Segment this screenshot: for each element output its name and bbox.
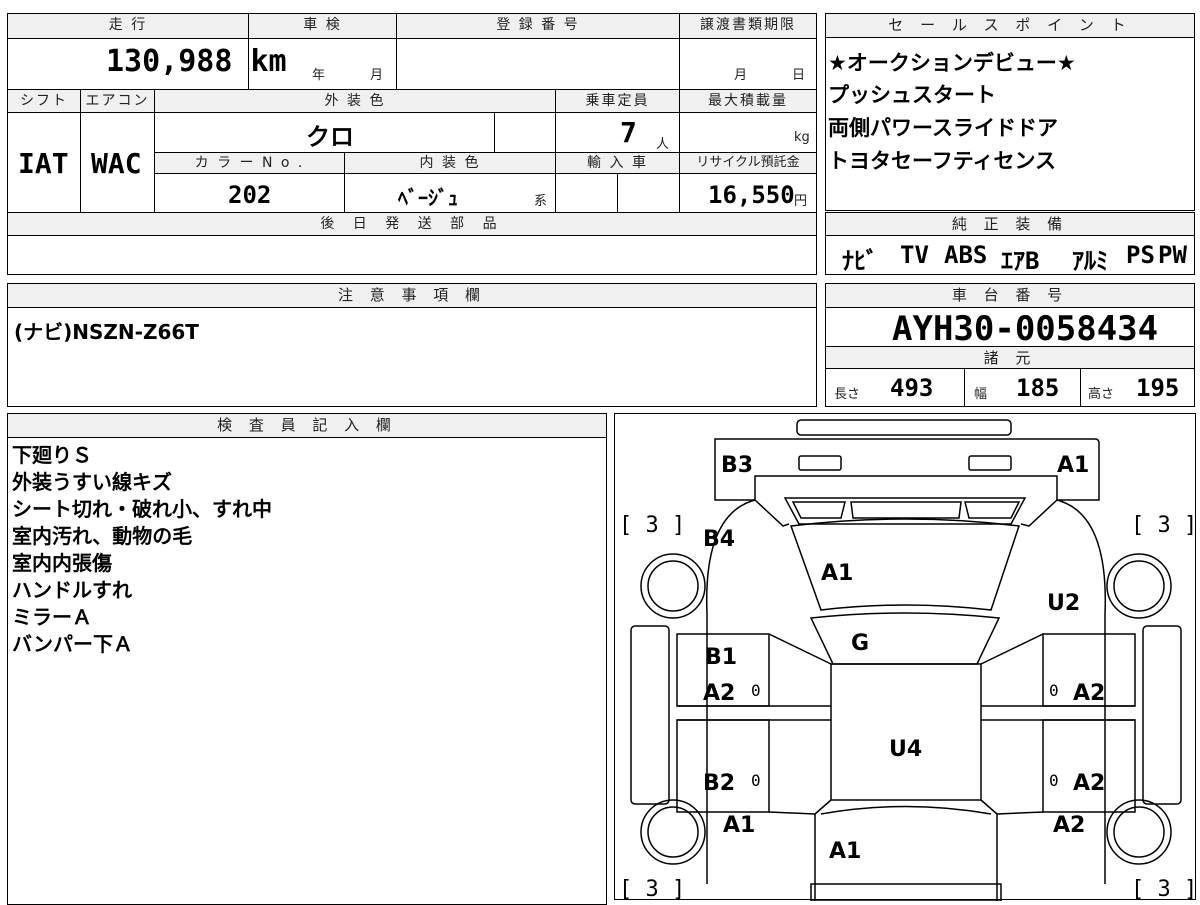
inspector-line: 外装うすい線キズ: [12, 470, 172, 494]
tire-rating-right-top: [ 3 ]: [1131, 513, 1197, 538]
damage-label-right-fender: A2: [1053, 813, 1085, 838]
max-load-header: 最大積載量: [680, 90, 816, 112]
damage-label-right-rear-door: A2: [1073, 681, 1105, 706]
sales-point-item: ★オークションデビュー★: [828, 51, 1076, 75]
inspector-line: 下廻りＳ: [12, 443, 92, 467]
registration-header: 登 録 番 号: [397, 14, 679, 38]
capacity-value: 7: [620, 116, 637, 149]
import-header: 輸 入 車: [556, 153, 679, 173]
interior-color-header: 内 装 色: [345, 153, 555, 173]
sales-point-item: プッシュスタート: [828, 83, 996, 107]
zero-mark: 0: [751, 771, 761, 790]
damage-label-rear-quarter-left: B4: [703, 527, 735, 552]
length-value: 493: [890, 374, 934, 402]
inspector-line: ミラーＡ: [12, 605, 92, 629]
aircon-header: エアコン: [81, 90, 154, 112]
color-no-header: カ ラ ー N o .: [155, 153, 344, 173]
equipment-item: TV: [900, 241, 929, 269]
sales-point-item: 両側パワースライドドア: [828, 116, 1058, 140]
notes-header: 注 意 事 項 欄: [8, 284, 816, 308]
zero-mark: 0: [1049, 771, 1059, 790]
equipment-item: ｱﾙﾐ: [1072, 247, 1108, 275]
damage-label-rear-left: B3: [721, 453, 753, 478]
transfer-day-unit: 日: [792, 68, 806, 83]
damage-label-rear-quarter-right: U2: [1047, 591, 1080, 616]
equipment-item: ABS: [944, 241, 988, 269]
damage-label-rear-glass: A1: [821, 561, 853, 586]
exterior-color-value: クロ: [306, 123, 354, 151]
notes-panel: 注 意 事 項 欄 (ナビ)NSZN-Z66T: [7, 283, 817, 407]
tire-rating-right-bottom: [ 3 ]: [1131, 877, 1197, 901]
zero-mark: 0: [751, 681, 761, 700]
inspector-line: ハンドルすれ: [12, 578, 132, 602]
spec-header: 諸 元: [826, 346, 1194, 369]
shift-header: シフト: [8, 90, 80, 112]
mileage-value: 130,988 km: [106, 44, 287, 79]
color-no-value: 202: [228, 181, 272, 209]
equipment-item: ｴｱB: [1001, 247, 1040, 275]
exterior-color-header: 外 装 色: [155, 90, 555, 112]
shift-value: IAT: [18, 147, 69, 180]
sales-points-header: セ ー ル ス ポ イ ン ト: [826, 14, 1194, 38]
vehicle-info-table: 走 行 車 検 登 録 番 号 譲渡書類期限 130,988 km 年 月 月 …: [7, 13, 817, 275]
damage-label-roof: U4: [889, 737, 922, 762]
length-label: 長さ: [834, 387, 861, 402]
transfer-deadline-header: 譲渡書類期限: [680, 14, 816, 38]
mileage-header: 走 行: [8, 14, 248, 38]
damage-label-right-front-door: A2: [1073, 771, 1105, 796]
tire-rating-left-top: [ 3 ]: [619, 513, 685, 538]
damage-label-left-rear-door-2: A2: [703, 681, 735, 706]
aircon-value: WAC: [91, 147, 142, 180]
chassis-header: 車 台 番 号: [826, 284, 1194, 308]
car-diagram: B3 A1 B4 U2 A1 G B1 A2 A2 U4 B2 A2 A1 A2…: [619, 419, 1197, 902]
damage-label-left-front-door: B2: [703, 771, 735, 796]
damage-label-left-fender: A1: [723, 813, 755, 838]
later-parts-header: 後 日 発 送 部 品: [8, 213, 816, 235]
inspection-header: 車 検: [249, 14, 396, 38]
width-value: 185: [1016, 374, 1060, 402]
inspector-line: バンパー下Ａ: [12, 632, 133, 656]
recycle-unit: 円: [794, 194, 808, 209]
inspection-year-unit: 年: [312, 68, 326, 83]
inspector-header: 検 査 員 記 入 欄: [8, 414, 606, 438]
tire-rating-left-bottom: [ 3 ]: [619, 877, 685, 901]
damage-label-rear-right: A1: [1057, 453, 1089, 478]
inspection-month-unit: 月: [370, 68, 384, 83]
inspector-line: 室内汚れ、動物の毛: [12, 524, 193, 548]
recycle-fee-value: 16,550: [708, 181, 795, 209]
interior-color-value: ﾍﾞｰｼﾞｭ: [398, 186, 458, 210]
equipment-item: PW: [1158, 241, 1187, 269]
zero-mark: 0: [1049, 681, 1059, 700]
inspector-line: 室内内張傷: [12, 551, 112, 575]
width-label: 幅: [974, 387, 988, 402]
height-label: 高さ: [1088, 387, 1115, 402]
equipment-header: 純 正 装 備: [826, 213, 1194, 236]
capacity-unit: 人: [656, 137, 670, 152]
inspector-line: シート切れ・破れ小、すれ中: [12, 497, 272, 521]
damage-label-left-rear-door: B1: [705, 645, 737, 670]
equipment-item: ﾅﾋﾞ: [842, 247, 878, 275]
inspector-notes: 下廻りＳ 外装うすい線キズ シート切れ・破れ小、すれ中 室内汚れ、動物の毛 室内…: [12, 442, 272, 658]
notes-text: (ナビ)NSZN-Z66T: [14, 320, 199, 344]
height-value: 195: [1136, 374, 1180, 402]
chassis-number: AYH30-0058434: [892, 309, 1159, 349]
max-load-unit: kg: [794, 130, 810, 145]
equipment-panel: 純 正 装 備 ﾅﾋﾞ TV ABS ｴｱB ｱﾙﾐ PS PW: [825, 212, 1195, 275]
equipment-item: PS: [1126, 241, 1155, 269]
sales-point-item: トヨタセーフティセンス: [828, 149, 1057, 173]
transfer-month-unit: 月: [734, 68, 748, 83]
damage-map: B3 A1 B4 U2 A1 G B1 A2 A2 U4 B2 A2 A1 A2…: [614, 413, 1197, 902]
capacity-header: 乗車定員: [556, 90, 679, 112]
inspector-panel: 検 査 員 記 入 欄 下廻りＳ 外装うすい線キズ シート切れ・破れ小、すれ中 …: [7, 413, 607, 905]
damage-label-front-glass: G: [851, 631, 869, 656]
recycle-fee-header: リサイクル預託金: [680, 153, 816, 173]
damage-label-hood: A1: [829, 839, 861, 864]
chassis-panel: 車 台 番 号 AYH30-0058434 諸 元 長さ 493 幅 185 高…: [825, 283, 1195, 407]
interior-suffix: 系: [534, 194, 548, 209]
sales-points-panel: セ ー ル ス ポ イ ン ト ★オークションデビュー★ プッシュスタート 両側…: [825, 13, 1195, 211]
